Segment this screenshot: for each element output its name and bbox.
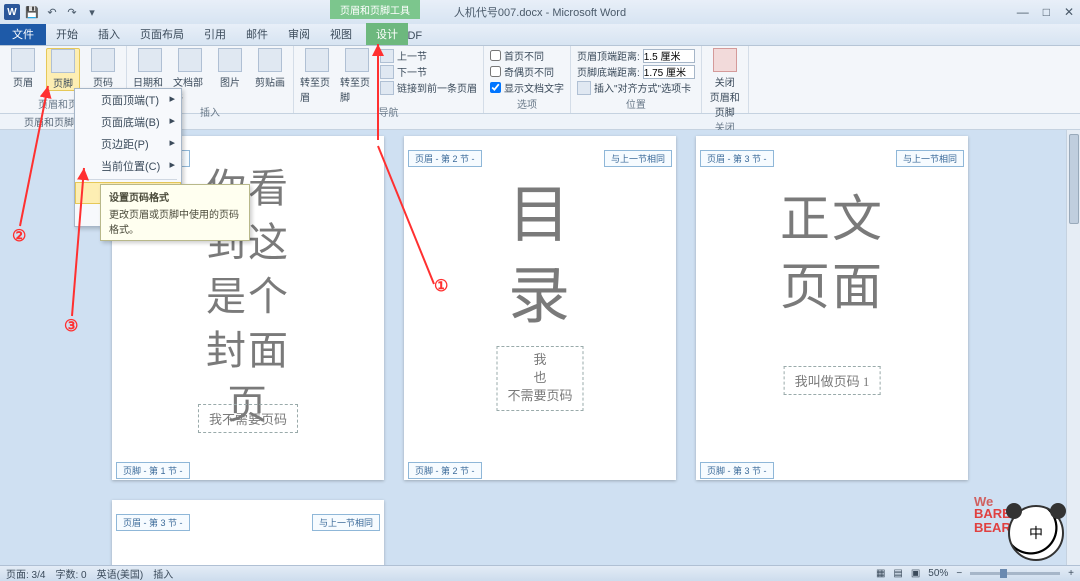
minimize-button[interactable]: —: [1017, 5, 1029, 19]
p3-body: 正文 页面: [780, 186, 884, 321]
link-prev-button[interactable]: 链接到前一条页眉: [380, 80, 477, 95]
word-app-icon[interactable]: W: [4, 4, 20, 20]
group-close: 关闭 页眉和页脚 关闭: [702, 46, 749, 113]
goto-footer-button[interactable]: 转至页脚: [340, 48, 374, 104]
p3-header-tag: 页眉 - 第 3 节 -: [700, 150, 774, 167]
menu-page-margin[interactable]: 页边距(P)▸: [75, 133, 181, 155]
tooltip-body: 更改页眉或页脚中使用的页码格式。: [109, 206, 241, 236]
status-insert-mode[interactable]: 插入: [153, 566, 173, 581]
zoom-out-button[interactable]: −: [956, 568, 962, 579]
tooltip-title: 设置页码格式: [109, 189, 241, 204]
p1-footer-box: 我不需要页码: [198, 404, 298, 433]
p1-footer-tag: 页脚 - 第 1 节 -: [116, 462, 190, 479]
group-label-options: 选项: [490, 96, 564, 113]
p2-body: 目 录: [508, 176, 572, 337]
qat-redo-icon[interactable]: ↷: [64, 4, 80, 20]
p3-header-right-tag: 与上一节相同: [896, 150, 964, 167]
quick-access-toolbar: W 💾 ↶ ↷ ▾: [0, 4, 100, 20]
zoom-slider[interactable]: [970, 572, 1060, 575]
contextual-tab-label: 页眉和页脚工具: [330, 0, 420, 19]
view-web-icon[interactable]: ▣: [911, 568, 920, 579]
show-doc-checkbox[interactable]: 显示文档文字: [490, 80, 564, 95]
scrollbar-thumb[interactable]: [1069, 134, 1079, 224]
vertical-scrollbar[interactable]: [1066, 130, 1080, 565]
next-section-button[interactable]: 下一节: [380, 64, 477, 79]
status-language[interactable]: 英语(美国): [97, 566, 144, 581]
format-page-number-tooltip: 设置页码格式 更改页眉或页脚中使用的页码格式。: [100, 184, 250, 241]
tab-layout[interactable]: 页面布局: [130, 23, 194, 45]
p4-header-right-tag: 与上一节相同: [312, 514, 380, 531]
p3-footer-tag: 页脚 - 第 3 节 -: [700, 462, 774, 479]
p2-footer-tag: 页脚 - 第 2 节 -: [408, 462, 482, 479]
page-4: 页眉 - 第 3 节 - 与上一节相同: [112, 500, 384, 565]
menu-bottom-of-page[interactable]: 页面底端(B)▸: [75, 111, 181, 133]
group-position: 页眉顶端距离: 页脚底端距离: 插入"对齐方式"选项卡 位置: [571, 46, 702, 113]
qat-save-icon[interactable]: 💾: [24, 4, 40, 20]
page-3: 页眉 - 第 3 节 - 与上一节相同 正文 页面 我叫做页码 1 页脚 - 第…: [696, 136, 968, 480]
status-bar: 页面: 3/4 字数: 0 英语(美国) 插入 ▦ ▤ ▣ 50% − +: [0, 565, 1080, 581]
header-button[interactable]: 页眉: [6, 48, 40, 89]
page-number-button[interactable]: 页码: [86, 48, 120, 89]
status-page[interactable]: 页面: 3/4: [6, 566, 45, 581]
diff-first-checkbox[interactable]: 首页不同: [490, 48, 564, 63]
group-label-nav: 导航: [300, 104, 477, 121]
group-label-position: 位置: [577, 96, 695, 113]
tab-design[interactable]: 设计: [366, 23, 408, 45]
tab-mail[interactable]: 邮件: [236, 23, 278, 45]
tab-file[interactable]: 文件: [0, 23, 46, 45]
p2-header-tag: 页眉 - 第 2 节 -: [408, 150, 482, 167]
footer-bottom-spinner[interactable]: 页脚底端距离:: [577, 64, 695, 79]
menu-top-of-page[interactable]: 页面顶端(T)▸: [75, 89, 181, 111]
p2-footer-box: 我 也 不需要页码: [496, 346, 583, 411]
close-window-button[interactable]: ✕: [1064, 5, 1074, 19]
tab-references[interactable]: 引用: [194, 23, 236, 45]
p3-footer-box: 我叫做页码 1: [784, 366, 881, 395]
page-2: 页眉 - 第 2 节 - 与上一节相同 目 录 我 也 不需要页码 页脚 - 第…: [404, 136, 676, 480]
align-tab-button[interactable]: 插入"对齐方式"选项卡: [577, 80, 695, 95]
tab-review[interactable]: 审阅: [278, 23, 320, 45]
group-navigation: 转至页眉 转至页脚 上一节 下一节 链接到前一条页眉 导航: [294, 46, 484, 113]
goto-header-button[interactable]: 转至页眉: [300, 48, 334, 104]
ribbon-tabs: 文件 开始 插入 页面布局 引用 邮件 审阅 视图 WPS PDF 设计: [0, 24, 1080, 46]
title-bar: W 💾 ↶ ↷ ▾ 页眉和页脚工具 人机代号007.docx - Microso…: [0, 0, 1080, 24]
group-options: 首页不同 奇偶页不同 显示文档文字 选项: [484, 46, 571, 113]
zoom-level[interactable]: 50%: [928, 568, 948, 579]
close-hf-button[interactable]: 关闭 页眉和页脚: [708, 48, 742, 119]
p2-header-right-tag: 与上一节相同: [604, 150, 672, 167]
status-words[interactable]: 字数: 0: [55, 566, 86, 581]
clipart-button[interactable]: 剪贴画: [253, 48, 287, 89]
maximize-button[interactable]: □: [1043, 5, 1050, 19]
diff-oddeven-checkbox[interactable]: 奇偶页不同: [490, 64, 564, 79]
p4-header-tag: 页眉 - 第 3 节 -: [116, 514, 190, 531]
qat-customize-icon[interactable]: ▾: [84, 4, 100, 20]
watermark: We BARE BEARS 中: [968, 491, 1064, 561]
tab-view[interactable]: 视图: [320, 23, 362, 45]
view-print-icon[interactable]: ▦: [876, 568, 885, 579]
footer-button[interactable]: 页脚: [46, 48, 80, 91]
zoom-in-button[interactable]: +: [1068, 568, 1074, 579]
header-top-spinner[interactable]: 页眉顶端距离:: [577, 48, 695, 63]
document-title: 人机代号007.docx - Microsoft Word: [454, 4, 626, 20]
qat-undo-icon[interactable]: ↶: [44, 4, 60, 20]
prev-section-button[interactable]: 上一节: [380, 48, 477, 63]
picture-button[interactable]: 图片: [213, 48, 247, 89]
menu-current-position[interactable]: 当前位置(C)▸: [75, 155, 181, 177]
view-read-icon[interactable]: ▤: [893, 568, 902, 579]
tab-home[interactable]: 开始: [46, 23, 88, 45]
tab-insert[interactable]: 插入: [88, 23, 130, 45]
